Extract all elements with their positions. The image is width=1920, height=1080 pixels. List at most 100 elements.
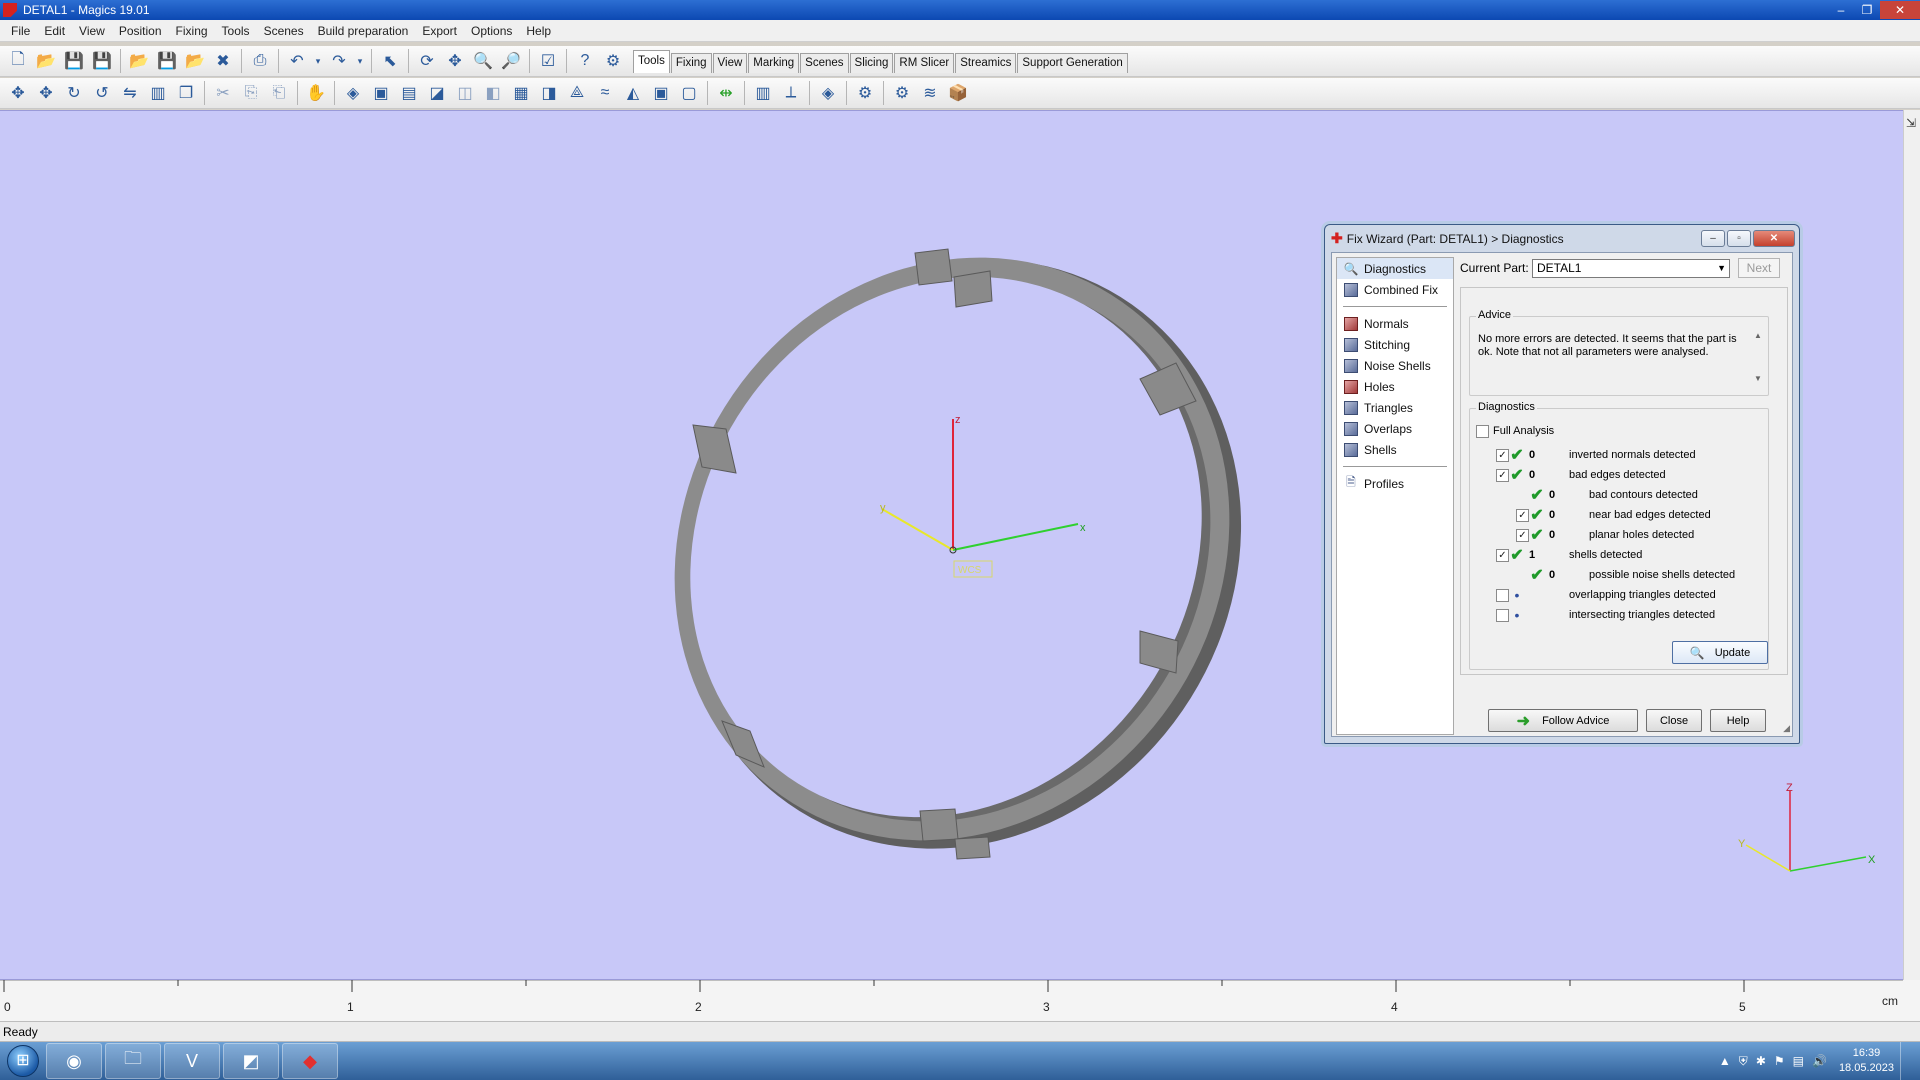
menu-export[interactable]: Export xyxy=(415,24,464,38)
bad-edges-checkbox[interactable]: ✓ xyxy=(1496,468,1509,482)
undo-dropdown-icon[interactable]: ▾ xyxy=(313,49,323,73)
tab-scenes[interactable]: Scenes xyxy=(800,53,849,73)
tray-bluetooth-icon[interactable]: ✱ xyxy=(1756,1054,1766,1068)
cut-icon[interactable]: ✂ xyxy=(211,81,235,105)
paste-icon[interactable]: ⎗ xyxy=(267,81,291,105)
rotate-part-icon[interactable]: ↻ xyxy=(62,81,86,105)
pin-icon[interactable]: ⇲ xyxy=(1906,116,1916,130)
checklist-icon[interactable]: ☑ xyxy=(536,49,560,73)
near-bad-edges-checkbox[interactable]: ✓ xyxy=(1516,508,1529,522)
nav-diagnostics[interactable]: 🔍 Diagnostics xyxy=(1337,258,1453,279)
boolean-icon[interactable]: ◫ xyxy=(453,81,477,105)
dialog-close-button[interactable]: ✕ xyxy=(1753,230,1795,247)
close-window-button[interactable]: ✕ xyxy=(1880,1,1920,19)
redo-dropdown-icon[interactable]: ▾ xyxy=(355,49,365,73)
side-panel-toggle[interactable]: ⇲ xyxy=(1903,110,1920,980)
part-info-icon[interactable]: ◈ xyxy=(816,81,840,105)
show-desktop-button[interactable] xyxy=(1900,1042,1912,1080)
chrome-taskbar-icon[interactable]: ◉ xyxy=(46,1043,102,1079)
minimize-button[interactable]: – xyxy=(1828,1,1854,19)
nav-triangles[interactable]: Triangles xyxy=(1337,397,1453,418)
context-help-icon[interactable]: ⚙ xyxy=(601,49,625,73)
unload-part-icon[interactable]: ✖ xyxy=(211,49,235,73)
clock[interactable]: 16:39 18.05.2023 xyxy=(1839,1046,1894,1076)
tray-shield-icon[interactable]: ⛨ xyxy=(1739,1054,1748,1069)
explorer-taskbar-icon[interactable]: 🗀 xyxy=(105,1043,161,1079)
tab-tools[interactable]: Tools xyxy=(633,50,670,73)
menu-build-preparation[interactable]: Build preparation xyxy=(311,24,416,38)
scroll-down-icon[interactable]: ▼ xyxy=(1754,374,1762,383)
duplicate-icon[interactable]: ❐ xyxy=(174,81,198,105)
tab-fixing[interactable]: Fixing xyxy=(670,53,712,73)
shells-checkbox[interactable]: ✓ xyxy=(1496,548,1509,562)
part-fix-icon[interactable]: ⚙ xyxy=(853,81,877,105)
nav-combined-fix[interactable]: Combined Fix xyxy=(1337,279,1453,300)
undo-icon[interactable]: ↶ xyxy=(285,49,309,73)
menu-fixing[interactable]: Fixing xyxy=(169,24,215,38)
dialog-minimize-button[interactable]: – xyxy=(1701,230,1725,247)
tray-volume-icon[interactable]: 🔊 xyxy=(1812,1054,1827,1068)
new-file-icon[interactable]: 🗋 xyxy=(6,49,30,73)
copy-icon[interactable]: ⎘ xyxy=(239,81,263,105)
v8-taskbar-icon[interactable]: V xyxy=(164,1043,220,1079)
tab-streamics[interactable]: Streamics xyxy=(955,53,1017,73)
menu-position[interactable]: Position xyxy=(112,24,169,38)
advice-scrollbar[interactable]: ▲ ▼ xyxy=(1752,331,1764,383)
split-part-icon[interactable]: ◨ xyxy=(537,81,561,105)
current-part-select[interactable]: DETAL1 ▼ xyxy=(1532,258,1730,278)
menu-tools[interactable]: Tools xyxy=(215,24,257,38)
stack-icon[interactable]: ≋ xyxy=(918,81,942,105)
cut-punch-icon[interactable]: ◪ xyxy=(425,81,449,105)
extrude-icon[interactable]: ▤ xyxy=(397,81,421,105)
tab-slicing[interactable]: Slicing xyxy=(849,53,894,73)
help-icon[interactable]: ? xyxy=(573,49,597,73)
menu-help[interactable]: Help xyxy=(519,24,558,38)
inverted-normals-checkbox[interactable]: ✓ xyxy=(1496,448,1509,462)
menu-view[interactable]: View xyxy=(72,24,112,38)
print-icon[interactable]: ⎙ xyxy=(248,49,272,73)
magics-taskbar-icon[interactable]: ◆ xyxy=(282,1043,338,1079)
box-icon[interactable]: ▢ xyxy=(677,81,701,105)
dialog-maximize-button[interactable]: ▫ xyxy=(1727,230,1751,247)
nav-holes[interactable]: Holes xyxy=(1337,376,1453,397)
app-taskbar-icon[interactable]: ◩ xyxy=(223,1043,279,1079)
triangle-reduction-icon[interactable]: ⟁ xyxy=(565,81,589,105)
measure-icon[interactable]: ▥ xyxy=(751,81,775,105)
follow-advice-button[interactable]: ➜ Follow Advice xyxy=(1488,709,1638,732)
save-part-icon[interactable]: 💾 xyxy=(155,49,179,73)
nav-noise-shells[interactable]: Noise Shells xyxy=(1337,355,1453,376)
frame-icon[interactable]: ▣ xyxy=(649,81,673,105)
rotate-default-icon[interactable]: ↺ xyxy=(90,81,114,105)
move-arrows-icon[interactable]: ⇹ xyxy=(714,81,738,105)
restore-button[interactable]: ❐ xyxy=(1854,1,1880,19)
nav-stitching[interactable]: Stitching xyxy=(1337,334,1453,355)
menu-file[interactable]: File xyxy=(4,24,37,38)
hollow-icon[interactable]: ◈ xyxy=(341,81,365,105)
help-button[interactable]: Help xyxy=(1710,709,1766,732)
menu-options[interactable]: Options xyxy=(464,24,519,38)
smooth-icon[interactable]: ≈ xyxy=(593,81,617,105)
tray-network-icon[interactable]: ▤ xyxy=(1793,1054,1804,1068)
mirror-icon[interactable]: ⇋ xyxy=(118,81,142,105)
rescale-icon[interactable]: ▥ xyxy=(146,81,170,105)
settings-icon[interactable]: ⚙ xyxy=(890,81,914,105)
nav-profiles[interactable]: 🗎 Profiles xyxy=(1337,473,1453,494)
dialog-title-bar[interactable]: ✚ Fix Wizard (Part: DETAL1) > Diagnostic… xyxy=(1325,225,1799,252)
hand-tool-icon[interactable]: ✋ xyxy=(304,81,328,105)
overlapping-triangles-checkbox[interactable] xyxy=(1496,588,1509,602)
zoom-icon[interactable]: 🔍 xyxy=(471,49,495,73)
full-analysis-checkbox[interactable] xyxy=(1476,424,1489,438)
start-button[interactable]: ⊞ xyxy=(0,1042,46,1080)
tray-expand-icon[interactable]: ▲ xyxy=(1719,1054,1731,1068)
tab-marking[interactable]: Marking xyxy=(748,53,800,73)
translate-to-default-icon[interactable]: ✥ xyxy=(34,81,58,105)
tray-flag-icon[interactable]: ⚑ xyxy=(1774,1054,1785,1068)
shell-to-part-icon[interactable]: ▦ xyxy=(509,81,533,105)
zoom-fit-icon[interactable]: 🔎 xyxy=(499,49,523,73)
rotate-view-icon[interactable]: ⟳ xyxy=(415,49,439,73)
axis-tool-icon[interactable]: ⟂ xyxy=(779,81,803,105)
nav-overlaps[interactable]: Overlaps xyxy=(1337,418,1453,439)
wrap-icon[interactable]: ◭ xyxy=(621,81,645,105)
intersecting-triangles-checkbox[interactable] xyxy=(1496,608,1509,622)
close-button[interactable]: Close xyxy=(1646,709,1702,732)
